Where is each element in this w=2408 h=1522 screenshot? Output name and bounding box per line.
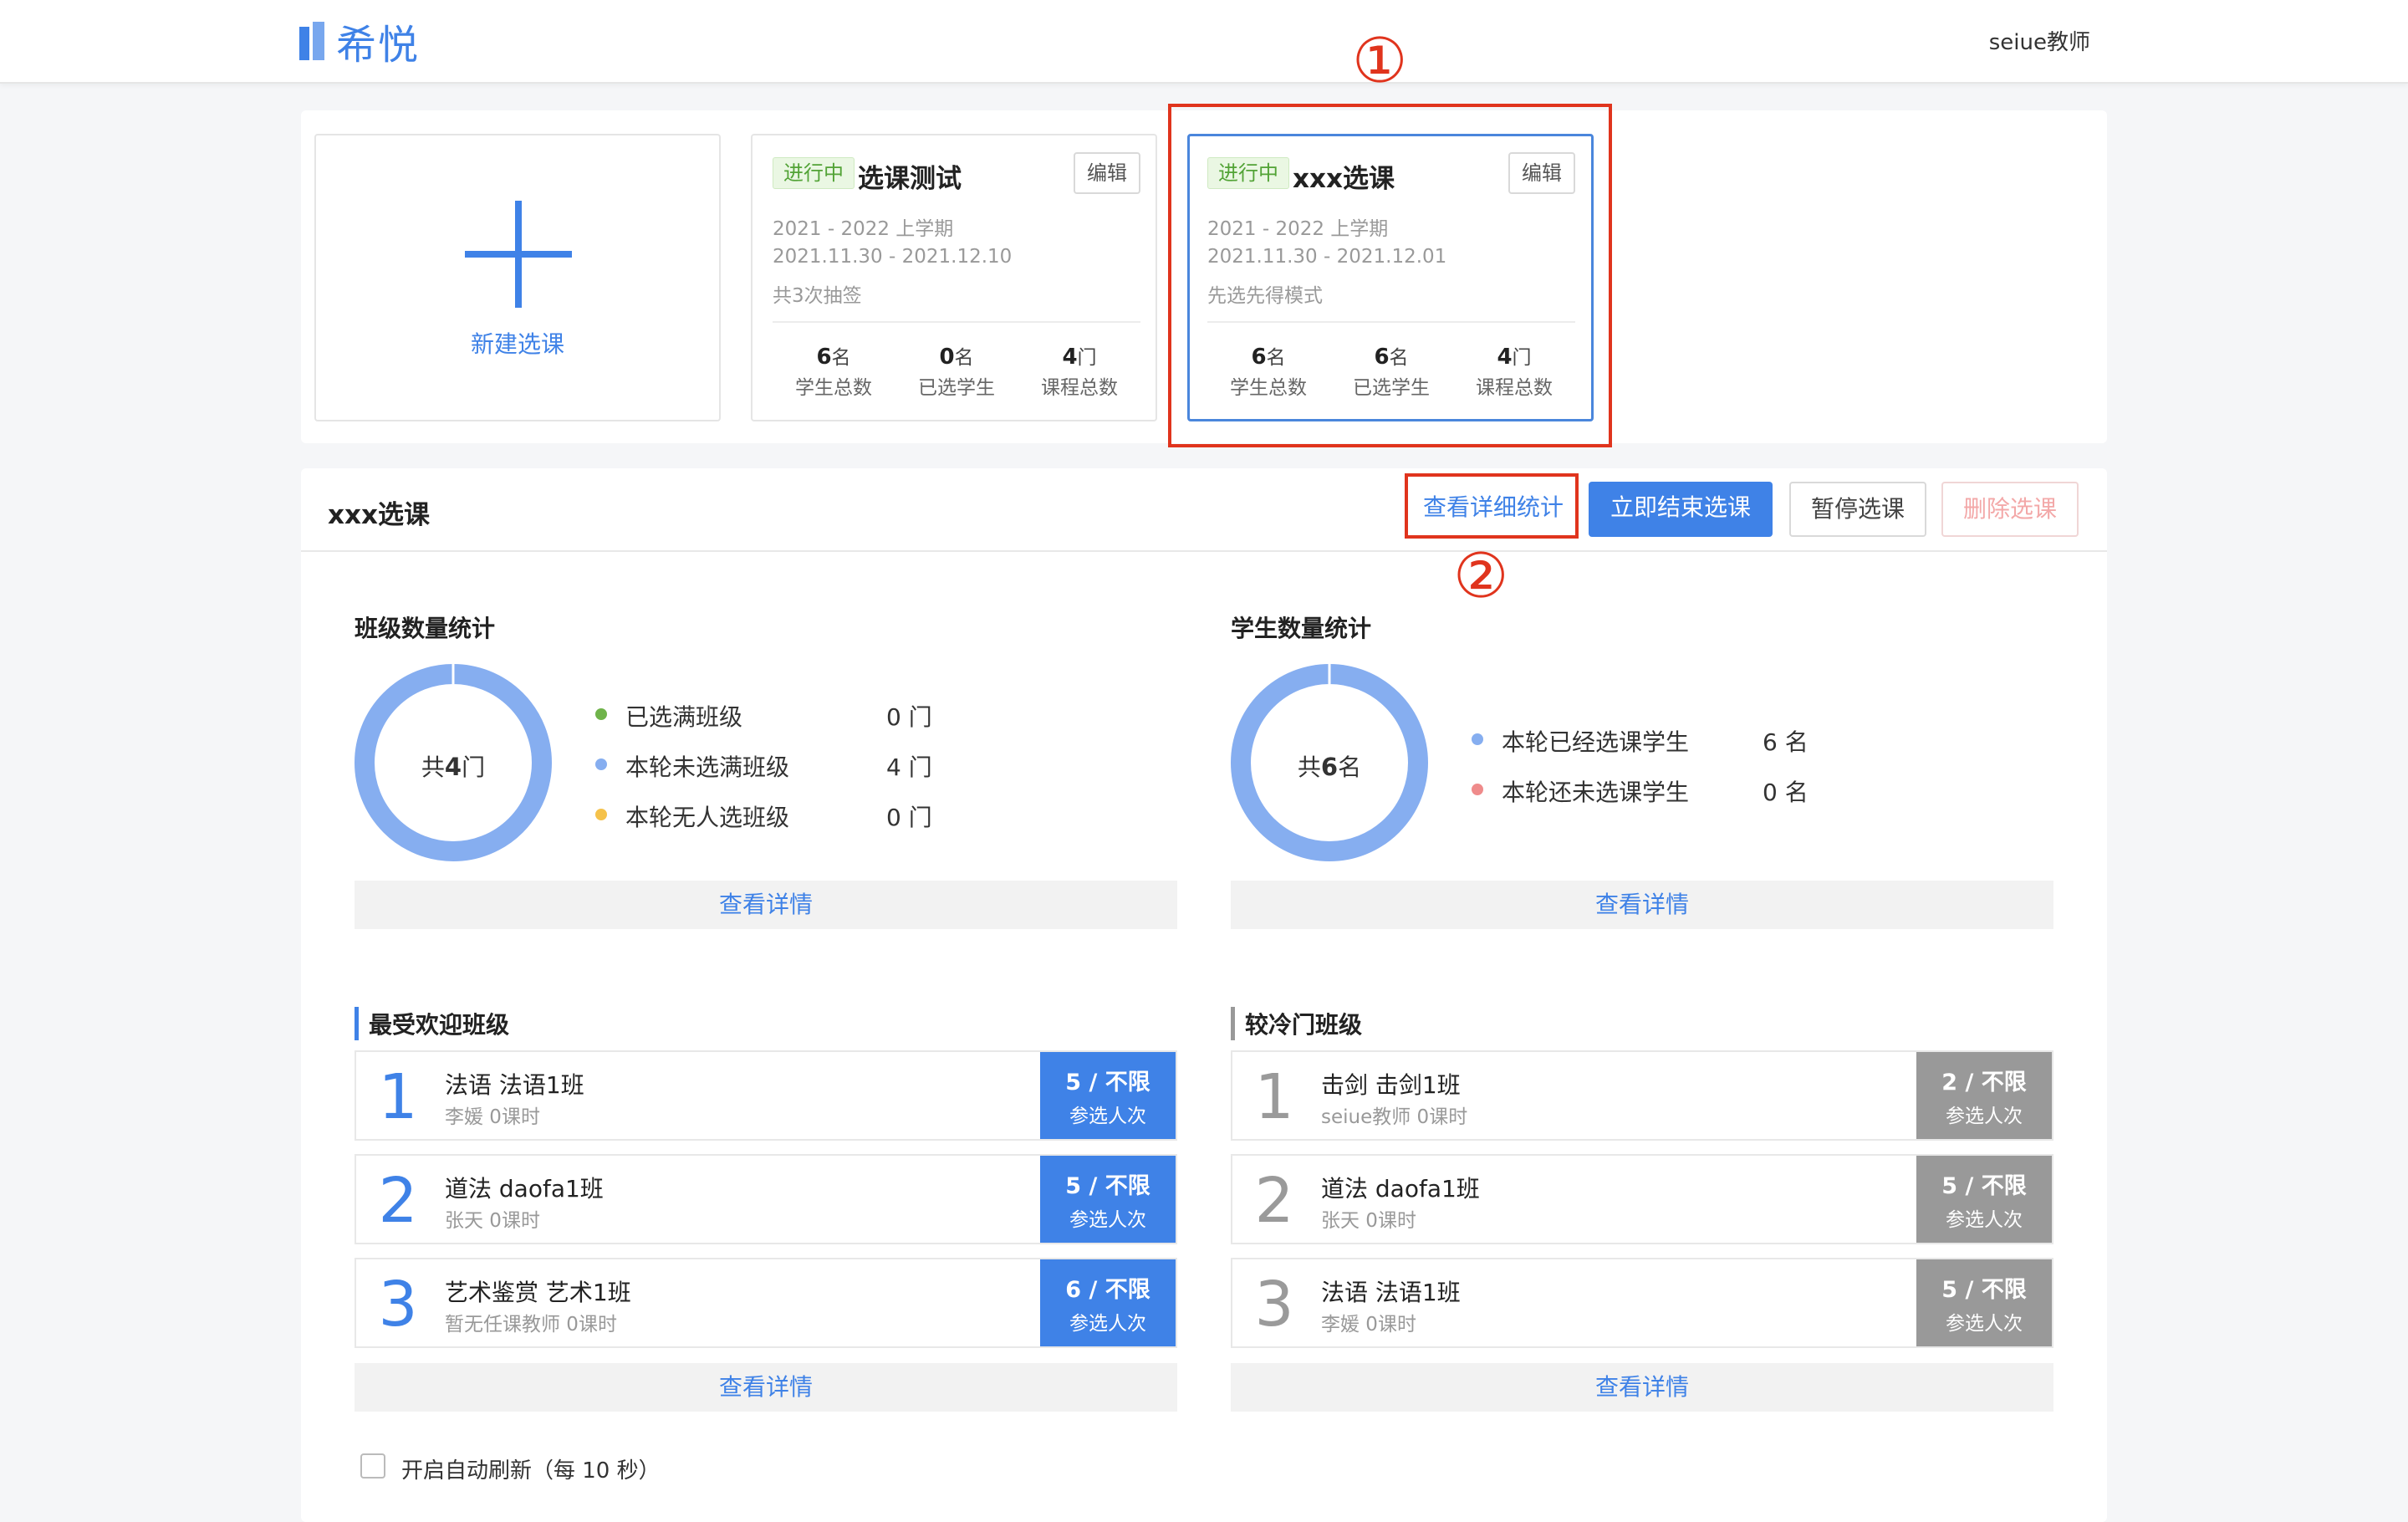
class-teacher: 李媛 0课时 (445, 1106, 540, 1128)
legend-dot-selected (1472, 733, 1483, 745)
rank-number: 1 (1254, 1061, 1294, 1133)
view-details-button[interactable]: 查看详情 (355, 1363, 1177, 1412)
legend-label: 本轮无人选班级 (625, 804, 790, 831)
class-stats-title: 班级数量统计 (355, 615, 496, 642)
stat-value: 6名 (816, 345, 851, 370)
pause-selection-button[interactable]: 暂停选课 (1789, 482, 1926, 537)
view-details-button[interactable]: 查看详情 (355, 881, 1177, 929)
enrollment-count: 6 / 不限 参选人次 (1040, 1259, 1176, 1346)
stat-label: 已选学生 (918, 377, 995, 399)
rank-number: 3 (1254, 1269, 1294, 1341)
auto-refresh-label[interactable]: 开启自动刷新（每 10 秒） (401, 1453, 661, 1484)
legend-value: 0 名 (1763, 779, 1809, 806)
class-teacher: 张天 0课时 (445, 1210, 540, 1232)
legend-label: 已选满班级 (625, 703, 743, 731)
rank-number: 2 (378, 1165, 418, 1237)
legend-label: 本轮还未选课学生 (1502, 779, 1690, 806)
enrollment-count: 2 / 不限 参选人次 (1916, 1052, 2052, 1139)
class-name: 艺术鉴赏 艺术1班 (445, 1279, 631, 1306)
legend-dot-full (595, 708, 607, 720)
panel-title: xxx选课 (328, 500, 430, 530)
plus-icon-bar (465, 251, 572, 258)
popular-class-row[interactable]: 2 道法 daofa1班 张天 0课时 5 / 不限 参选人次 (355, 1154, 1177, 1244)
end-selection-button[interactable]: 立即结束选课 (1589, 482, 1773, 537)
logo-icon (299, 22, 324, 60)
logo-text[interactable]: 希悦 (336, 12, 420, 70)
delete-selection-button: 删除选课 (1941, 482, 2079, 537)
rank-number: 3 (378, 1269, 418, 1341)
card-title: 选课测试 (858, 164, 962, 194)
legend-label: 本轮已经选课学生 (1502, 728, 1690, 756)
legend-value: 0 门 (886, 703, 932, 731)
class-name: 法语 法语1班 (445, 1071, 584, 1099)
auto-refresh-checkbox[interactable] (360, 1453, 385, 1479)
stat-value: 0名 (939, 345, 974, 370)
card-term: 2021 - 2022 上学期 (773, 218, 954, 240)
card-mode: 共3次抽签 (773, 285, 862, 307)
class-name: 法语 法语1班 (1321, 1279, 1461, 1306)
enrollment-count: 5 / 不限 参选人次 (1916, 1259, 2052, 1346)
enrollment-count: 5 / 不限 参选人次 (1040, 1156, 1176, 1243)
enrollment-count: 5 / 不限 参选人次 (1040, 1052, 1176, 1139)
legend-dot-unfilled (595, 758, 607, 770)
unpopular-class-row[interactable]: 1 击剑 击剑1班 seiue教师 0课时 2 / 不限 参选人次 (1231, 1050, 2053, 1141)
rank-number: 2 (1254, 1165, 1294, 1237)
annotation-marker-1: ① (1352, 25, 1408, 97)
popular-classes-title: 最受欢迎班级 (355, 1007, 509, 1040)
annotation-highlight-box (1405, 473, 1579, 539)
legend-value: 0 门 (886, 804, 932, 831)
view-details-button[interactable]: 查看详情 (1231, 881, 2053, 929)
unpopular-class-row[interactable]: 2 道法 daofa1班 张天 0课时 5 / 不限 参选人次 (1231, 1154, 2053, 1244)
class-teacher: 张天 0课时 (1321, 1210, 1416, 1232)
class-stats-total: 共4门 (421, 753, 486, 781)
class-name: 击剑 击剑1班 (1321, 1071, 1461, 1099)
rank-number: 1 (378, 1061, 418, 1133)
annotation-marker-2: ② (1453, 540, 1509, 612)
annotation-highlight-box (1168, 104, 1612, 447)
student-stats-total: 共6名 (1297, 753, 1362, 781)
class-teacher: seiue教师 0课时 (1321, 1106, 1468, 1128)
class-teacher: 暂无任课教师 0课时 (445, 1314, 617, 1336)
new-course-selection-label[interactable]: 新建选课 (314, 326, 721, 360)
edit-button[interactable]: 编辑 (1074, 152, 1140, 194)
student-stats-title: 学生数量统计 (1231, 615, 1372, 642)
card-divider (773, 321, 1140, 323)
class-name: 道法 daofa1班 (445, 1175, 604, 1203)
popular-class-row[interactable]: 3 艺术鉴赏 艺术1班 暂无任课教师 0课时 6 / 不限 参选人次 (355, 1258, 1177, 1348)
legend-value: 4 门 (886, 753, 932, 781)
card-dates: 2021.11.30 - 2021.12.10 (773, 246, 1013, 268)
stat-label: 课程总数 (1041, 377, 1118, 399)
enrollment-count: 5 / 不限 参选人次 (1916, 1156, 2052, 1243)
user-menu[interactable]: seiue教师 (1989, 25, 2090, 56)
stat-value: 4门 (1062, 345, 1097, 370)
legend-dot-unselected (1472, 784, 1483, 795)
status-badge: 进行中 (773, 157, 855, 189)
view-details-button[interactable]: 查看详情 (1231, 1363, 2053, 1412)
legend-label: 本轮未选满班级 (625, 753, 790, 781)
class-name: 道法 daofa1班 (1321, 1175, 1480, 1203)
popular-class-row[interactable]: 1 法语 法语1班 李媛 0课时 5 / 不限 参选人次 (355, 1050, 1177, 1141)
stat-label: 学生总数 (795, 377, 872, 399)
panel-header-divider (301, 550, 2107, 552)
unpopular-classes-title: 较冷门班级 (1231, 1007, 1362, 1040)
legend-value: 6 名 (1763, 728, 1809, 756)
legend-dot-empty (595, 809, 607, 820)
unpopular-class-row[interactable]: 3 法语 法语1班 李媛 0课时 5 / 不限 参选人次 (1231, 1258, 2053, 1348)
class-teacher: 李媛 0课时 (1321, 1314, 1416, 1336)
